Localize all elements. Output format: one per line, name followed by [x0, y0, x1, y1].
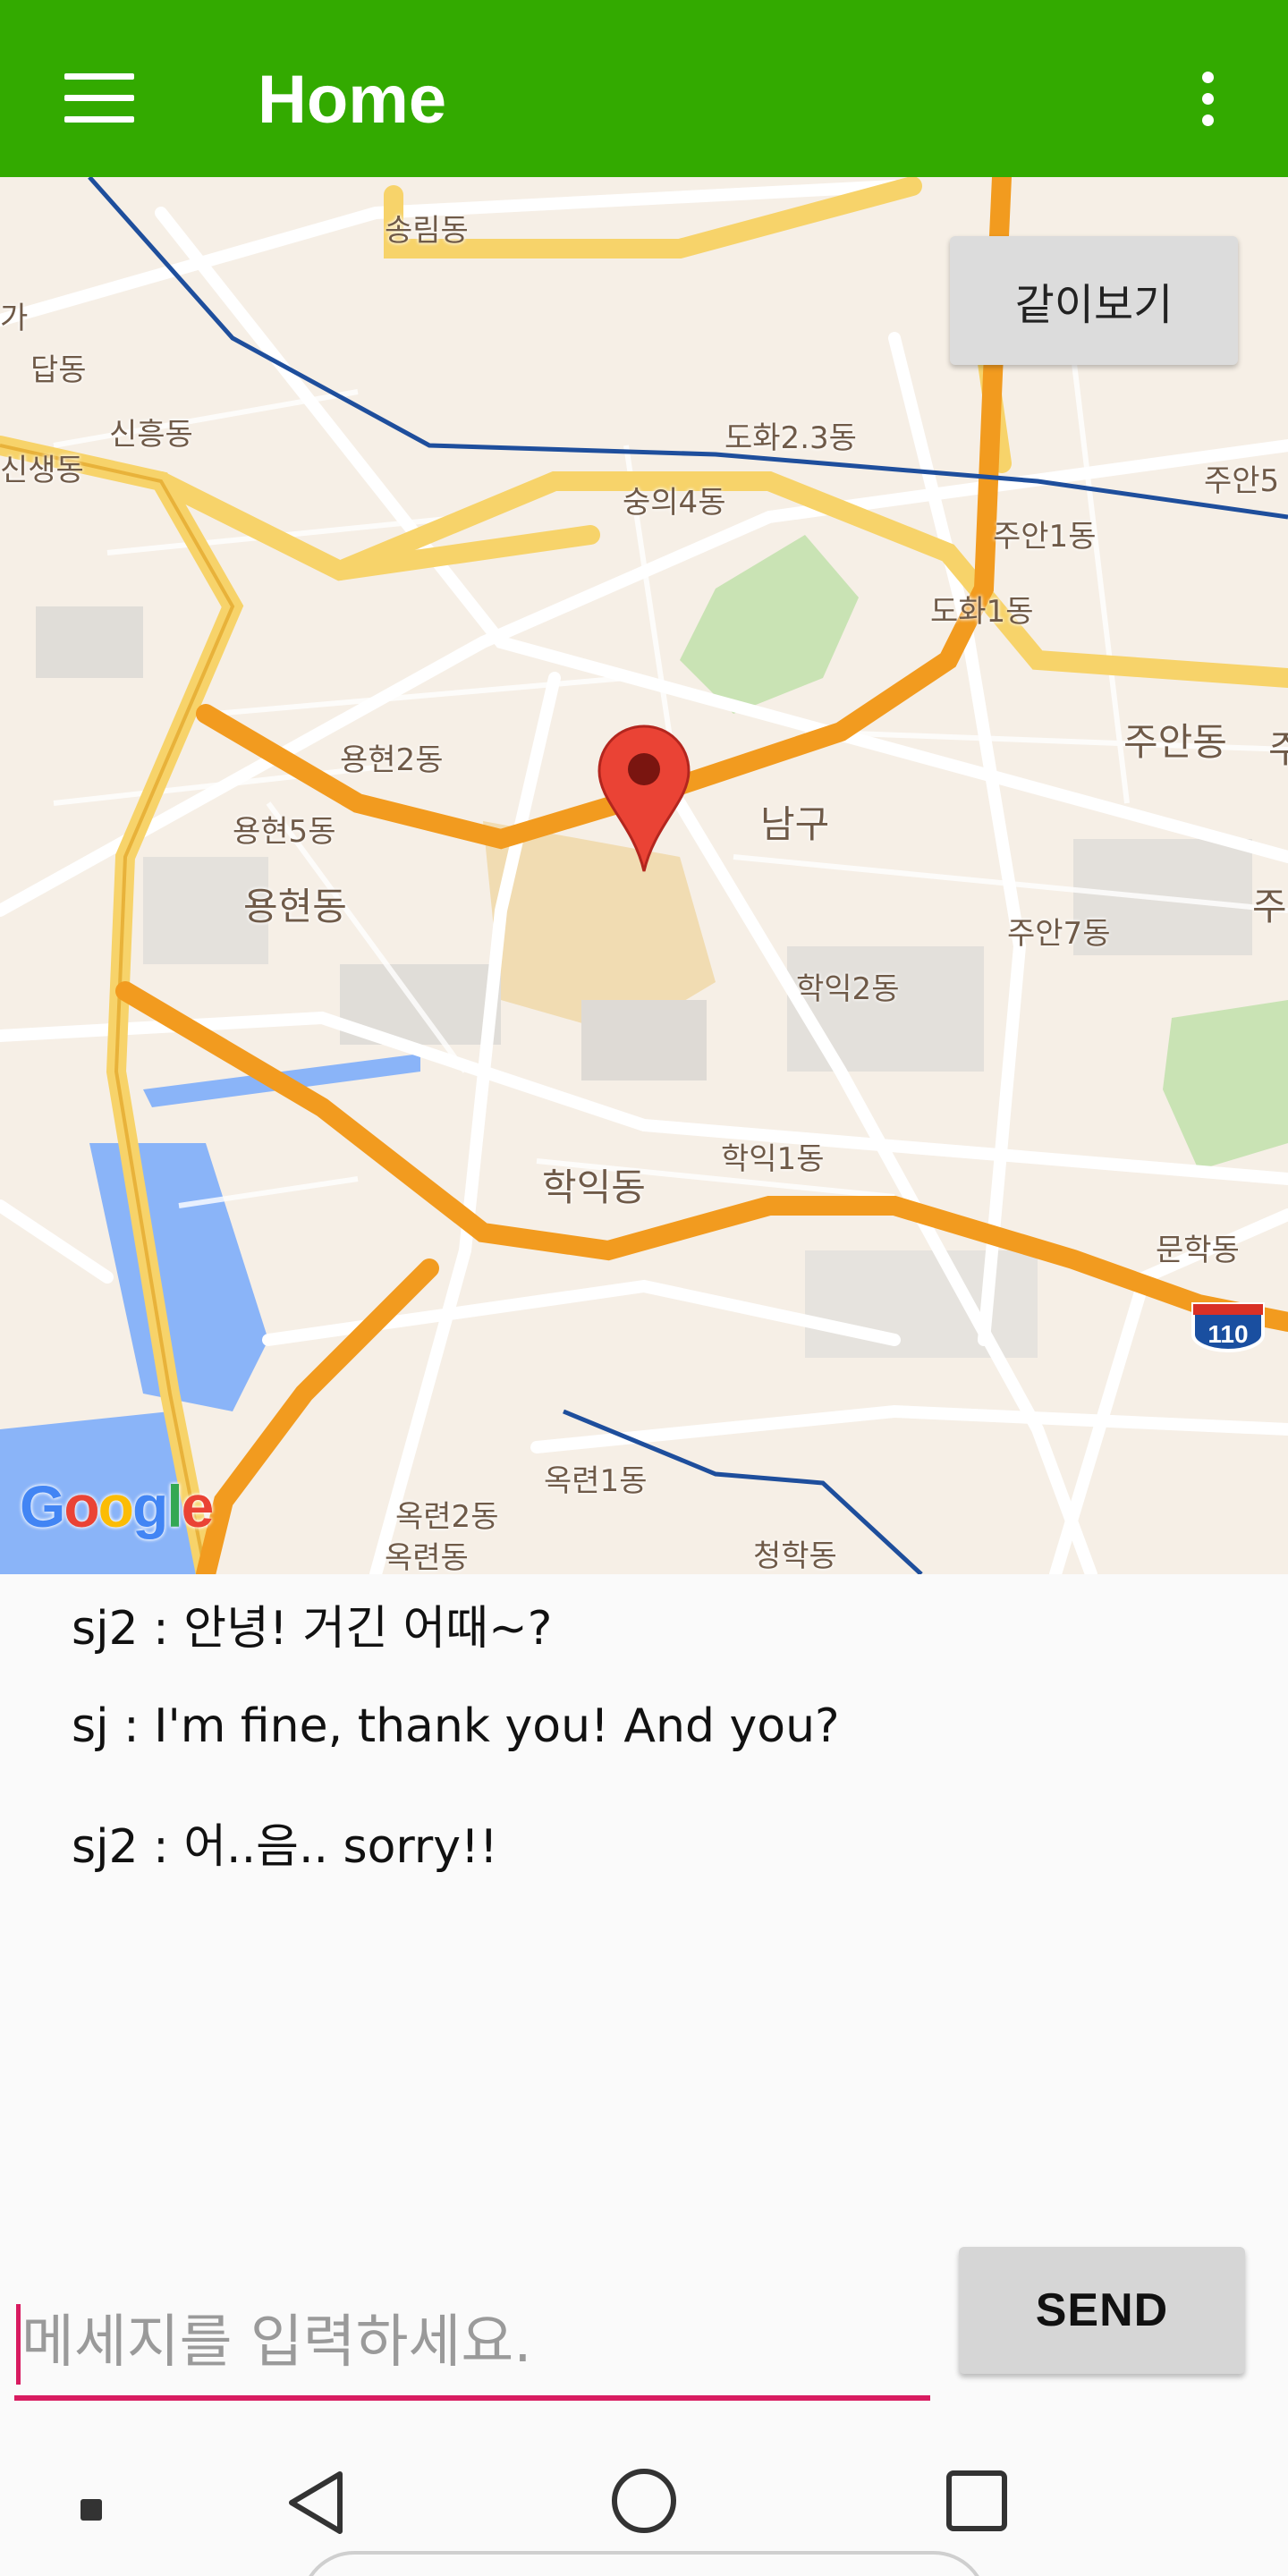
map-label: 옥련1동 [544, 1463, 648, 1499]
map-label: 용현5동 [233, 814, 336, 850]
app-title: Home [258, 62, 447, 138]
map-label: 남구 [760, 802, 830, 846]
map-label: 주안7동 [1007, 916, 1111, 952]
map-label: 학익1동 [721, 1141, 825, 1177]
route-shield-icon: 110 [1190, 1301, 1267, 1353]
map-label: 주 [1268, 727, 1288, 771]
message-input[interactable] [14, 2290, 930, 2401]
map-label: 용현2동 [340, 742, 444, 778]
map-label: 신흥동 [109, 417, 193, 453]
notification-dot-icon [80, 2499, 102, 2521]
map-label: 옥련동 [385, 1540, 469, 1574]
map-label: 용현동 [243, 885, 347, 928]
more-vert-icon[interactable] [1181, 64, 1234, 136]
chat-message: sj : I'm fine, thank you! And you? [72, 1699, 840, 1753]
back-triangle-icon[interactable] [284, 2469, 347, 2540]
map-tiles [0, 177, 1288, 1574]
map-label: 도화2.3동 [724, 420, 857, 456]
google-logo: Google [20, 1473, 214, 1539]
map-label: 주안1동 [993, 519, 1097, 555]
map-pin-icon[interactable] [597, 724, 691, 873]
map-label: 주 [1252, 885, 1287, 928]
map-view[interactable]: 송림동 가 답동 신흥동 신생동 도화2.3동 숭의4동 주안5 주안1동 도화… [0, 177, 1288, 1574]
map-label: 가 [0, 301, 29, 336]
view-together-button[interactable]: 같이보기 [950, 236, 1238, 365]
recents-square-icon[interactable] [946, 2470, 1007, 2531]
gesture-handle [301, 2551, 987, 2576]
home-circle-icon[interactable] [612, 2469, 676, 2533]
text-cursor [16, 2304, 21, 2385]
chat-log: sj2 : 안녕! 거긴 어때~? sj : I'm fine, thank y… [0, 1574, 1288, 2200]
app-bar: Home [0, 0, 1288, 177]
map-label: 송림동 [385, 213, 469, 249]
map-label: 답동 [30, 352, 87, 388]
map-label: 청학동 [753, 1538, 837, 1574]
map-label: 옥련2동 [395, 1499, 499, 1535]
hamburger-menu-icon[interactable] [55, 63, 145, 134]
map-label: 주안5 [1204, 463, 1280, 499]
map-label: 신생동 [0, 453, 84, 488]
map-label: 문학동 [1156, 1233, 1240, 1268]
route-shield-number: 110 [1208, 1320, 1248, 1348]
send-button[interactable]: SEND [959, 2247, 1245, 2374]
map-label: 학익2동 [796, 971, 900, 1007]
map-label: 주안동 [1123, 720, 1227, 764]
map-label: 학익동 [542, 1165, 646, 1209]
map-label: 도화1동 [930, 594, 1034, 630]
chat-message: sj2 : 어..음.. sorry!! [72, 1820, 498, 1874]
chat-message: sj2 : 안녕! 거긴 어때~? [72, 1602, 553, 1656]
map-label: 숭의4동 [623, 485, 726, 521]
